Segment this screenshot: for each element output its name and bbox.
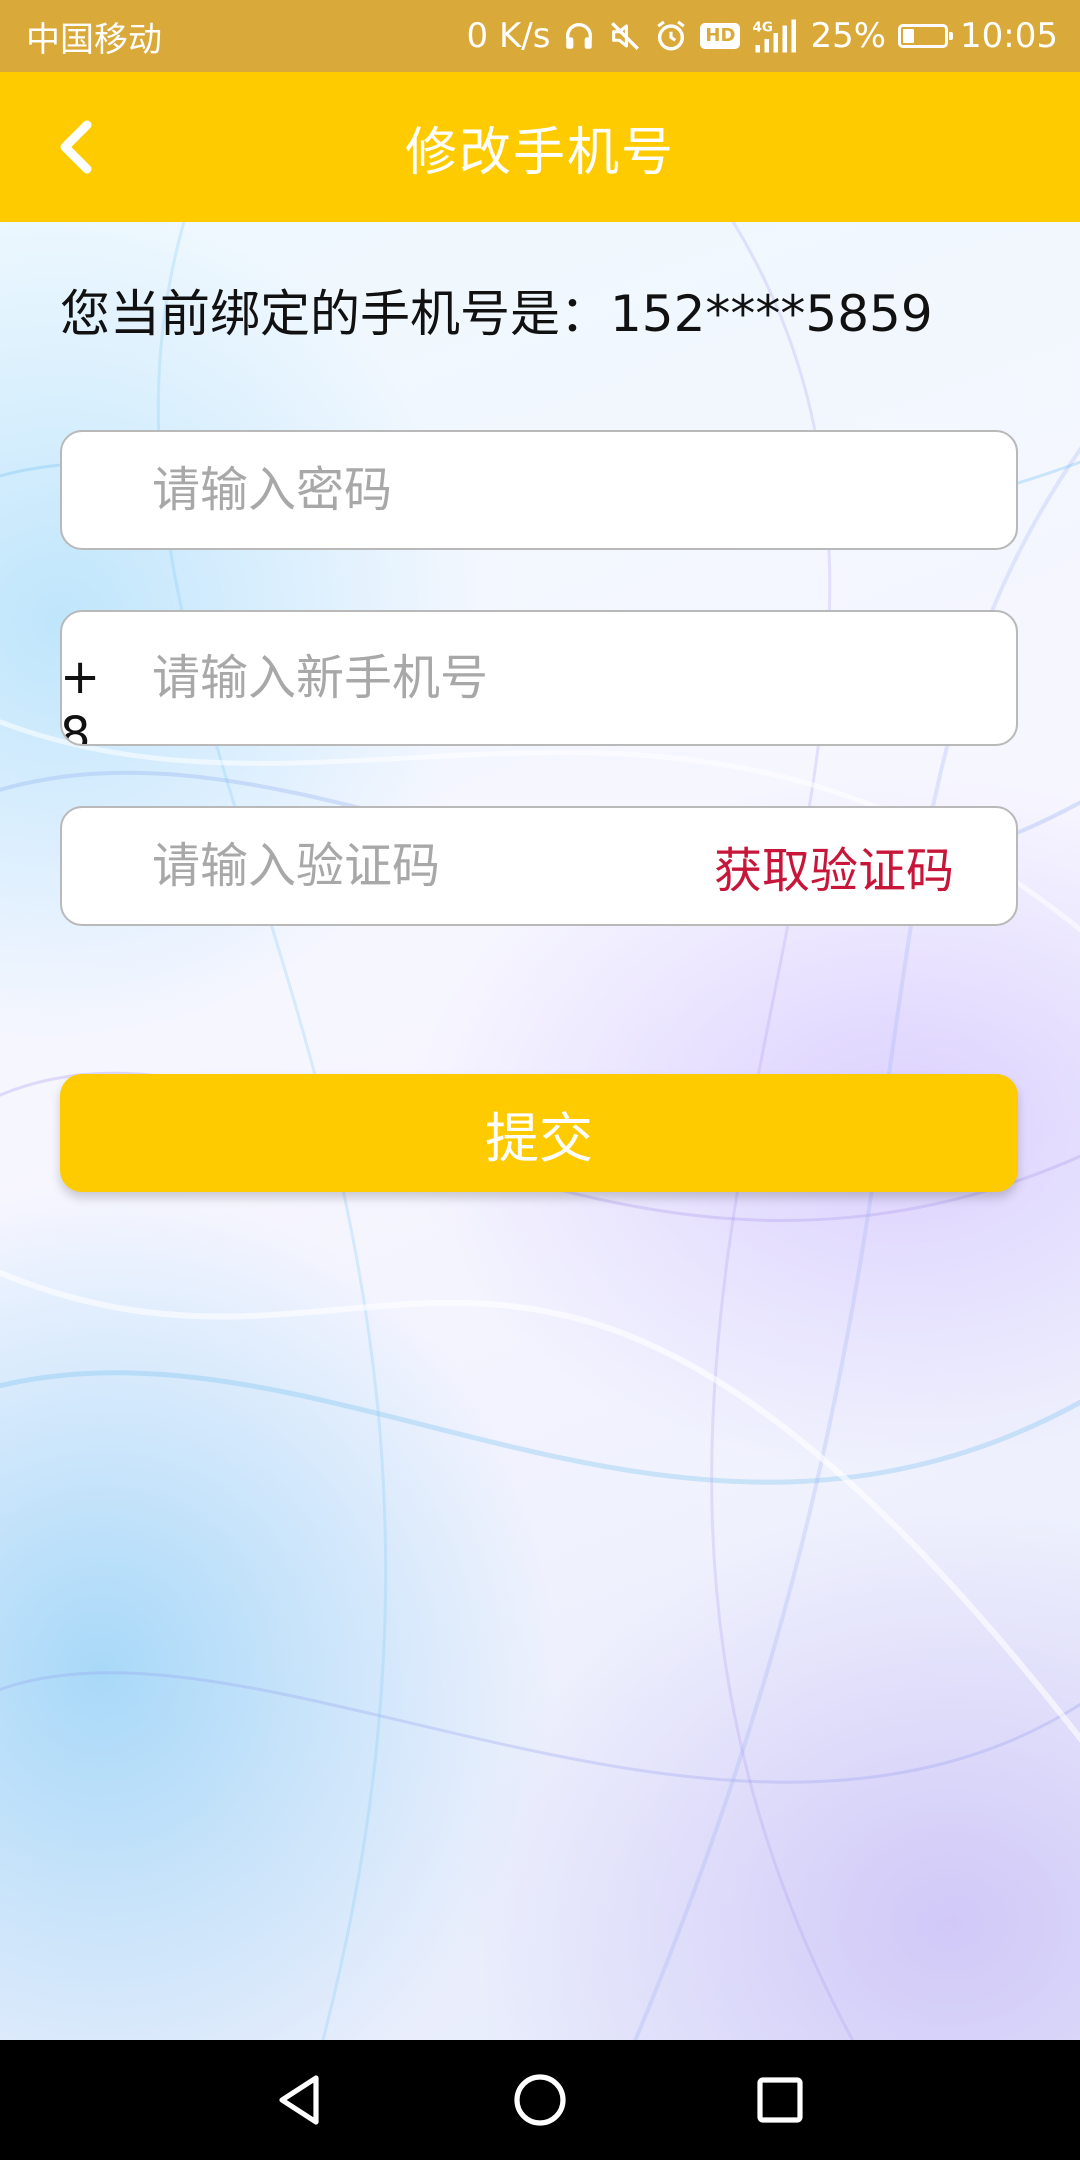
screen: 中国移动 0 K/s HD 4G 25% 10:05 修改手机号 您当前绑定的手… (0, 0, 1080, 2160)
new-phone-input[interactable] (152, 612, 992, 744)
content-area: 您当前绑定的手机号是：152****5859 +86 获取验证码 提交 (0, 222, 1080, 2040)
submit-button[interactable]: 提交 (60, 1074, 1018, 1192)
alarm-icon (654, 19, 688, 53)
mute-icon (608, 19, 642, 53)
carrier-name: 中国移动 (26, 19, 162, 60)
current-phone-value: 152****5859 (610, 285, 933, 343)
status-bar: 中国移动 0 K/s HD 4G 25% 10:05 (0, 0, 1080, 72)
signal-icon: 4G (752, 18, 798, 54)
svg-text:4G: 4G (753, 20, 773, 36)
status-icons: 0 K/s HD 4G 25% 10:05 (467, 16, 1058, 56)
battery-icon (898, 24, 954, 48)
current-phone-text: 您当前绑定的手机号是：152****5859 (60, 274, 933, 346)
circle-home-icon (514, 2074, 566, 2126)
nav-recent-button[interactable] (740, 2060, 820, 2140)
back-button[interactable] (40, 112, 110, 182)
verification-code-field: 获取验证码 (60, 806, 1018, 926)
current-phone-label: 您当前绑定的手机号是： (60, 285, 610, 343)
clock: 10:05 (960, 16, 1058, 56)
page-title: 修改手机号 (404, 122, 675, 183)
square-recent-icon (757, 2077, 803, 2123)
battery-percent: 25% (810, 16, 887, 56)
password-field (60, 430, 1018, 550)
navigation-bar (0, 2040, 1080, 2160)
headphones-icon (562, 19, 596, 53)
get-code-button[interactable]: 获取验证码 (714, 808, 954, 924)
country-code: +86 (60, 649, 101, 746)
triangle-back-icon (279, 2075, 319, 2125)
nav-back-button[interactable] (260, 2060, 340, 2140)
header-bar: 修改手机号 (0, 72, 1080, 222)
new-phone-field: +86 (60, 610, 1018, 746)
verification-code-input[interactable] (152, 808, 672, 924)
password-input[interactable] (152, 432, 992, 548)
hd-badge: HD (700, 23, 741, 49)
chevron-left-icon (60, 120, 92, 174)
nav-home-button[interactable] (500, 2060, 580, 2140)
network-speed: 0 K/s (466, 16, 551, 56)
